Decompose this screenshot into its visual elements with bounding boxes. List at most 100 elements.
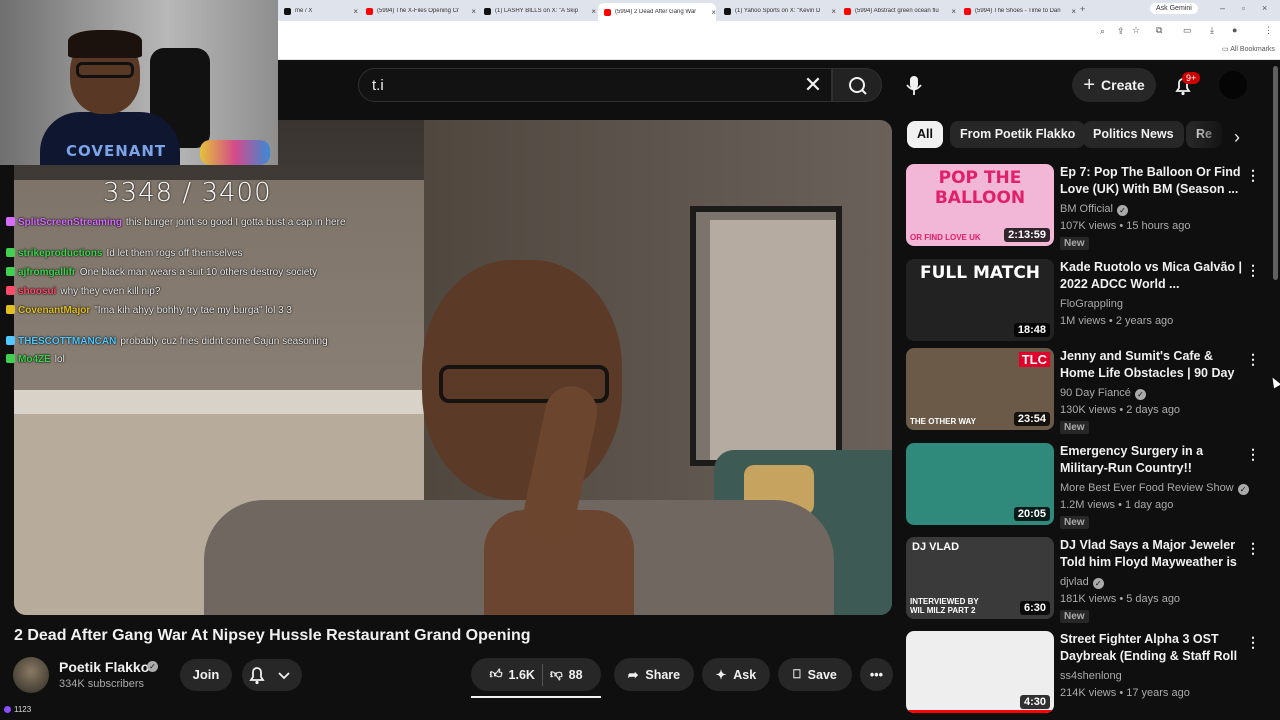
more-options-icon[interactable]: ⋮ <box>1246 350 1260 368</box>
channel-label: BM Official <box>1060 203 1113 215</box>
x-icon <box>724 7 731 15</box>
video-thumbnail[interactable]: DJ VLAD INTERVIEWED BY WIL MILZ PART 2 6:3… <box>906 537 1054 619</box>
browser-tab[interactable]: me / X × <box>278 3 358 19</box>
recommendation-item[interactable]: TLC THE OTHER WAY 23:54 Jenny and Sumit's C… <box>906 348 1266 434</box>
recommendation-title[interactable]: Street Fighter Alpha 3 OST Daybreak (End… <box>1060 631 1242 665</box>
new-badge: New <box>1060 516 1089 529</box>
maximize-icon[interactable]: ▫ <box>1242 3 1245 13</box>
browser-tab[interactable]: (1) LASHY BILLS on X: "A Skip × <box>478 3 596 19</box>
video-thumbnail[interactable]: POP THE BALLOON OR FIND LOVE UK 2:13:59 <box>906 164 1054 246</box>
recommendation-channel[interactable]: FloGrappling <box>1060 298 1123 310</box>
recommendation-item[interactable]: FULL MATCH 18:48 Kade Ruotolo vs Mica Galv… <box>906 259 1266 341</box>
extensions-icon[interactable]: ⧉ <box>1156 25 1162 36</box>
recommendation-channel[interactable]: djvlad ✓ <box>1060 576 1104 589</box>
video-thumbnail[interactable]: FULL MATCH 18:48 <box>906 259 1054 341</box>
video-thumbnail[interactable]: 20:05 <box>906 443 1054 525</box>
share-button[interactable]: ➦ Share <box>614 658 694 691</box>
channel-label: djvlad <box>1060 576 1089 588</box>
browser-tab[interactable]: (5994) Abstract green ocean flu × <box>838 3 956 19</box>
join-button[interactable]: Join <box>180 659 232 691</box>
view-count: 1.2M views <box>1060 499 1116 511</box>
recommendation-item[interactable]: DJ VLAD INTERVIEWED BY WIL MILZ PART 2 6:3… <box>906 537 1266 623</box>
recommendation-channel[interactable]: ss4shenlong <box>1060 670 1122 682</box>
save-button[interactable]: ⎕ Save <box>778 658 852 691</box>
chevron-right-icon[interactable]: › <box>1225 125 1249 149</box>
video-thumbnail[interactable]: 4:30 <box>906 631 1054 713</box>
video-thumbnail[interactable]: TLC THE OTHER WAY 23:54 <box>906 348 1054 430</box>
thumbnail-subtext: THE OTHER WAY <box>910 417 976 426</box>
ask-gemini-button[interactable]: Ask Gemini <box>1150 3 1198 14</box>
ask-button[interactable]: ✦ Ask <box>702 658 770 691</box>
search-query[interactable]: t.i <box>372 77 384 94</box>
close-tab-icon[interactable]: × <box>353 7 358 16</box>
zoom-icon[interactable]: ⌕ <box>1100 26 1105 37</box>
more-icon: ••• <box>869 667 884 682</box>
mouse-cursor <box>1269 375 1280 389</box>
recommendation-title[interactable]: Jenny and Sumit's Cafe & Home Life Obsta… <box>1060 348 1242 382</box>
like-button[interactable]: 👍︎ 1.6K <box>489 667 534 682</box>
search-input[interactable] <box>358 68 832 102</box>
browser-tab-label: me / X <box>295 8 313 14</box>
more-options-icon[interactable]: ⋮ <box>1246 633 1260 651</box>
more-options-icon[interactable]: ⋮ <box>1246 166 1260 184</box>
recommendation-title[interactable]: Kade Ruotolo vs Mica Galvão | 2022 ADCC … <box>1060 259 1242 293</box>
recommendation-channel[interactable]: 90 Day Fiancé ✓ <box>1060 387 1146 400</box>
search-button[interactable] <box>832 68 882 102</box>
recommendation-title[interactable]: Emergency Surgery in a Military-Run Coun… <box>1060 443 1242 477</box>
close-window-icon[interactable]: × <box>1262 3 1267 13</box>
profile-icon[interactable]: ● <box>1232 25 1237 35</box>
recommendation-title[interactable]: DJ Vlad Says a Major Jeweler Told him Fl… <box>1060 537 1242 571</box>
close-tab-icon[interactable]: × <box>711 8 716 17</box>
browser-tab[interactable]: (5994) The X-Files Opening Cr × <box>360 3 476 19</box>
recommendation-item[interactable]: 4:30 Street Fighter Alpha 3 OST Daybreak … <box>906 631 1266 713</box>
more-actions-button[interactable]: ••• <box>860 658 893 691</box>
browser-menu-icon[interactable]: ⋮ <box>1264 25 1273 36</box>
recommendation-channel[interactable]: BM Official ✓ <box>1060 203 1128 216</box>
verified-icon: ✓ <box>1237 484 1249 495</box>
voice-search-button[interactable] <box>897 68 931 102</box>
bookmark-star-icon[interactable]: ☆ <box>1132 25 1140 36</box>
new-tab-icon[interactable]: + <box>1080 4 1085 14</box>
browser-tab[interactable]: (5994) The Shoes - Time to Dan × <box>958 3 1076 19</box>
scrollbar[interactable] <box>1273 66 1278 280</box>
all-bookmarks[interactable]: ▭ All Bookmarks <box>1222 45 1275 53</box>
channel-avatar[interactable] <box>13 657 49 693</box>
upload-age: 1 day ago <box>1125 499 1174 511</box>
more-options-icon[interactable]: ⋮ <box>1246 539 1260 557</box>
download-icon[interactable]: ⤓ <box>1210 25 1214 36</box>
chip-all[interactable]: All <box>907 121 943 148</box>
plus-icon: + <box>1083 73 1096 96</box>
thumbnail-text: TLC <box>1018 352 1050 367</box>
sidebar-icon[interactable]: ▭ <box>1183 25 1192 36</box>
recommendation-channel[interactable]: More Best Ever Food Review Show ✓ <box>1060 482 1249 495</box>
dislike-button[interactable]: 👎︎ 88 <box>550 667 583 682</box>
video-duration: 6:30 <box>1019 601 1050 615</box>
browser-tab[interactable]: (1) Yahoo Sports on X: "Kevin D × <box>718 3 836 19</box>
account-avatar[interactable] <box>1219 71 1247 99</box>
recommendation-title[interactable]: Ep 7: Pop The Balloon Or Find Love (UK) … <box>1060 164 1242 198</box>
channel-label: FloGrappling <box>1060 298 1123 310</box>
recommendation-meta: 107K views • 15 hours ago <box>1060 220 1190 232</box>
browser-tab[interactable]: (5994) 2 Dead After Gang War × <box>598 3 716 21</box>
clear-search-icon[interactable]: ✕ <box>800 72 826 98</box>
subscription-bell-button[interactable] <box>242 659 302 691</box>
recommendation-item[interactable]: 20:05 Emergency Surgery in a Military-Run… <box>906 443 1266 529</box>
channel-name[interactable]: Poetik Flakko <box>59 659 149 675</box>
minimize-icon[interactable]: – <box>1220 3 1225 13</box>
chip-from-poetik-flakko[interactable]: From Poetik Flakko <box>950 121 1086 148</box>
new-badge: New <box>1060 421 1089 434</box>
close-tab-icon[interactable]: × <box>831 7 836 16</box>
chat-badge-icon <box>6 305 15 314</box>
share-page-icon[interactable]: ⇪ <box>1117 26 1125 37</box>
more-options-icon[interactable]: ⋮ <box>1246 445 1260 463</box>
chip-politics-news[interactable]: Politics News <box>1083 121 1184 148</box>
more-options-icon[interactable]: ⋮ <box>1246 261 1260 279</box>
close-tab-icon[interactable]: × <box>951 7 956 16</box>
close-tab-icon[interactable]: × <box>471 7 476 16</box>
close-tab-icon[interactable]: × <box>591 7 596 16</box>
viewer-icon <box>4 706 11 713</box>
create-button[interactable]: + Create <box>1072 68 1156 102</box>
recommendation-meta: 181K views • 5 days ago <box>1060 593 1180 605</box>
recommendation-item[interactable]: POP THE BALLOON OR FIND LOVE UK 2:13:59 Ep … <box>906 164 1266 250</box>
close-tab-icon[interactable]: × <box>1071 7 1076 16</box>
